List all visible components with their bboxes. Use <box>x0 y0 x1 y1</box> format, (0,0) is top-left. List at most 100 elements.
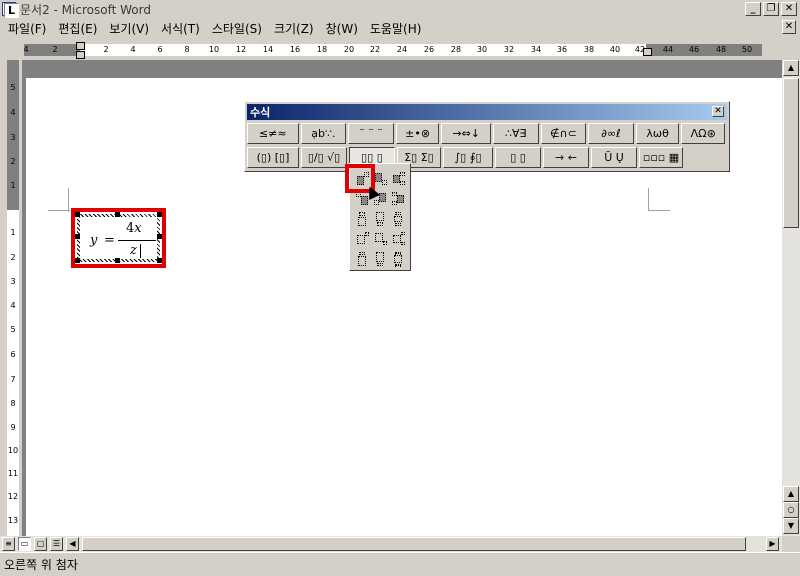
arrow-symbols-button[interactable]: →⇔↓ <box>441 123 491 144</box>
restore-button[interactable]: ❐ <box>763 2 779 16</box>
resize-handle-top-left[interactable] <box>75 212 80 217</box>
horizontal-ruler-label: 28 <box>450 45 462 54</box>
menu-file[interactable]: 파일(F) <box>2 20 52 37</box>
symbol-palette-row: ≤≠≈ ạb∵. ¨ ¨ ¨ ±•⊗ →⇔↓ ∴∀∃ ∉∩⊂ ∂∞ℓ λωθ Λ… <box>247 123 727 146</box>
template-small-sub-superscript[interactable] <box>392 232 406 246</box>
vertical-ruler-label: 11 <box>7 469 19 478</box>
close-button[interactable]: ✕ <box>781 2 797 16</box>
scroll-left-arrow-icon[interactable]: ◀ <box>66 537 79 551</box>
vertical-ruler-label: 8 <box>10 399 16 408</box>
resize-handle-bottom[interactable] <box>115 258 120 263</box>
scroll-up-arrow-icon[interactable]: ▲ <box>783 60 799 76</box>
menu-size[interactable]: 크기(Z) <box>268 20 320 37</box>
relational-symbols-button[interactable]: ≤≠≈ <box>247 123 299 144</box>
template-small-subscript[interactable] <box>374 232 388 246</box>
menu-style[interactable]: 스타일(S) <box>206 20 268 37</box>
template-over-under-script[interactable] <box>392 212 406 226</box>
horizontal-ruler-label: 8 <box>184 45 190 54</box>
fence-templates-button[interactable]: (▯) [▯] <box>247 147 299 168</box>
next-page-button[interactable]: ▼ <box>783 518 799 534</box>
menu-view[interactable]: 보기(V) <box>103 20 155 37</box>
embellishments-button[interactable]: ¨ ¨ ¨ <box>348 123 394 144</box>
template-sub-superscript-left[interactable] <box>392 192 406 206</box>
resize-handle-right[interactable] <box>157 234 162 239</box>
web-layout-view-button[interactable]: ▭ <box>18 537 31 551</box>
template-subscript-right[interactable] <box>374 172 388 186</box>
resize-handle-top-right[interactable] <box>157 212 162 217</box>
resize-handle-left[interactable] <box>75 234 80 239</box>
template-over-script[interactable] <box>356 212 370 226</box>
crop-mark-right-horizontal <box>648 210 670 211</box>
template-sub-superscript-right[interactable] <box>392 172 406 186</box>
left-indent-marker[interactable] <box>76 51 85 59</box>
equation-denominator: z <box>130 243 137 258</box>
menu-help[interactable]: 도움말(H) <box>364 20 428 37</box>
template-tall-under[interactable] <box>374 252 388 266</box>
resize-handle-top[interactable] <box>115 212 120 217</box>
previous-page-button[interactable]: ▲ <box>783 486 799 502</box>
right-indent-marker[interactable] <box>643 48 652 56</box>
fraction-bar <box>118 240 156 241</box>
template-small-superscript[interactable] <box>356 232 370 246</box>
vertical-ruler-label: 5 <box>10 83 16 92</box>
menu-format[interactable]: 서식(T) <box>155 20 206 37</box>
select-browse-object-button[interactable]: ○ <box>783 502 799 518</box>
vertical-ruler-label: 12 <box>7 492 19 501</box>
horizontal-ruler-label: 40 <box>609 45 621 54</box>
template-tall-over-under[interactable] <box>392 252 406 266</box>
fraction-radical-templates-button[interactable]: ▯/▯ √▯ <box>301 147 347 168</box>
vertical-ruler-label: 13 <box>7 516 19 525</box>
operator-symbols-button[interactable]: ±•⊗ <box>395 123 440 144</box>
template-under-script[interactable] <box>374 212 388 226</box>
vertical-ruler-label: 2 <box>10 157 16 166</box>
equation-highlight-frame: y = 4x z <box>71 208 166 268</box>
outline-view-button[interactable]: ☰ <box>50 537 63 551</box>
equation-palette[interactable]: 수식 ✕ ≤≠≈ ạb∵. ¨ ¨ ¨ ±•⊗ →⇔↓ ∴∀∃ ∉∩⊂ ∂∞ℓ … <box>244 101 730 172</box>
logical-symbols-button[interactable]: ∴∀∃ <box>492 123 539 144</box>
menu-edit[interactable]: 편집(E) <box>52 20 103 37</box>
menu-bar: 파일(F) 편집(E) 보기(V) 서식(T) 스타일(S) 크기(Z) 창(W… <box>0 18 800 38</box>
resize-handle-bottom-right[interactable] <box>157 258 162 263</box>
horizontal-ruler-label: 16 <box>289 45 301 54</box>
products-set-theory-templates-button[interactable]: Ũ Ų <box>591 147 637 168</box>
equation-object[interactable]: y = 4x z <box>77 214 160 262</box>
horizontal-ruler-label: 38 <box>583 45 595 54</box>
horizontal-ruler-label: 14 <box>262 45 274 54</box>
horizontal-scroll-thumb[interactable] <box>82 537 746 551</box>
horizontal-ruler-label: 2 <box>103 45 109 54</box>
resize-handle-bottom-left[interactable] <box>75 258 80 263</box>
spaces-ellipses-button[interactable]: ạb∵. <box>300 123 347 144</box>
horizontal-ruler-label: 48 <box>715 45 727 54</box>
document-close-button[interactable]: ✕ <box>782 20 796 34</box>
palette-close-button[interactable]: ✕ <box>712 106 724 117</box>
horizontal-ruler-label: 18 <box>316 45 328 54</box>
menu-window[interactable]: 창(W) <box>320 20 364 37</box>
horizontal-ruler-label: 10 <box>208 45 220 54</box>
vertical-scroll-thumb[interactable] <box>783 78 799 228</box>
underbar-overbar-templates-button[interactable]: ▯ ▯ <box>495 147 541 168</box>
palette-title-bar[interactable]: 수식 ✕ <box>247 104 727 120</box>
template-tall-over[interactable] <box>356 252 370 266</box>
horizontal-ruler-label: 32 <box>503 45 515 54</box>
matrix-templates-button[interactable]: ▫▫▫ ▦ <box>639 147 683 168</box>
misc-symbols-button[interactable]: ∂∞ℓ <box>588 123 634 144</box>
normal-view-button[interactable]: ≡ <box>2 537 15 551</box>
integral-templates-button[interactable]: ∫▯ ∮▯ <box>443 147 493 168</box>
print-layout-view-button[interactable]: ▢ <box>34 537 47 551</box>
labeled-arrow-templates-button[interactable]: → ← <box>543 147 589 168</box>
status-text: 오른쪽 위 첨자 <box>4 558 78 572</box>
set-theory-symbols-button[interactable]: ∉∩⊂ <box>540 123 587 144</box>
scroll-right-arrow-icon[interactable]: ▶ <box>766 537 779 551</box>
tab-selector-button[interactable]: L <box>4 3 19 18</box>
first-line-indent-marker[interactable] <box>76 42 85 50</box>
numerator-variable: x <box>134 221 142 236</box>
greek-lowercase-button[interactable]: λωθ <box>635 123 680 144</box>
equation-equals: = <box>104 233 115 248</box>
equation-numerator: 4x <box>126 221 142 236</box>
horizontal-ruler-label: 22 <box>369 45 381 54</box>
vertical-ruler-label: 1 <box>10 228 16 237</box>
horizontal-ruler-label: 44 <box>662 45 674 54</box>
vertical-ruler-label: 3 <box>10 277 16 286</box>
greek-uppercase-button[interactable]: ΛΩ⊛ <box>681 123 726 144</box>
minimize-button[interactable]: _ <box>745 2 761 16</box>
